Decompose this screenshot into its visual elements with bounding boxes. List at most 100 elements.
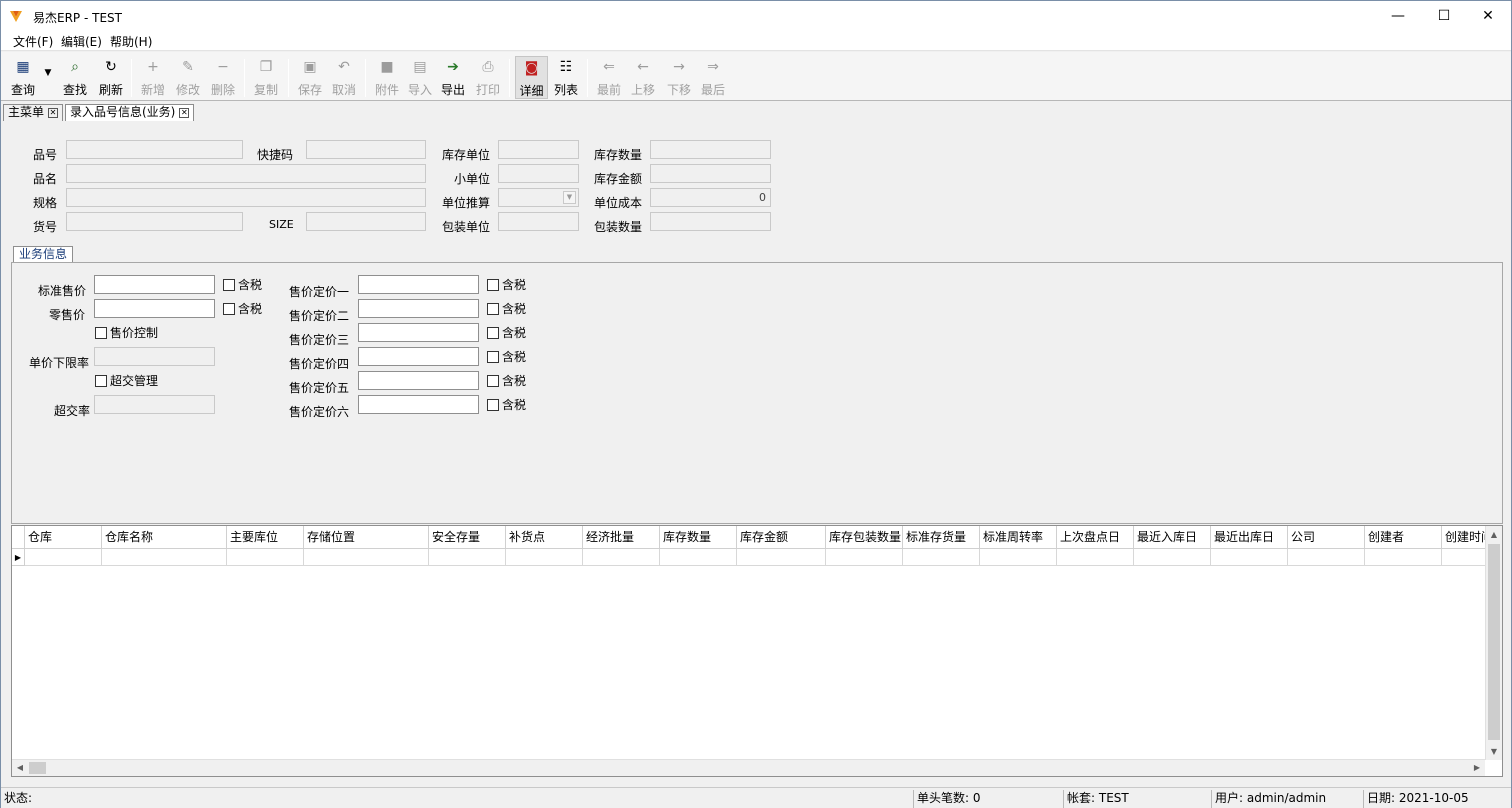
grid-header-cell[interactable]: 补货点 — [506, 526, 583, 549]
table-row-cell[interactable] — [1134, 549, 1211, 566]
list-button[interactable]: ☷ 列表 — [552, 58, 580, 98]
save-button[interactable]: ▣ 保存 — [296, 58, 324, 98]
table-row-cell[interactable] — [980, 549, 1057, 566]
min-price-rate-field[interactable] — [94, 347, 215, 366]
table-row-cell[interactable] — [737, 549, 826, 566]
import-button[interactable]: ▤ 导入 — [406, 58, 434, 98]
grid-header-cell[interactable]: 经济批量 — [583, 526, 660, 549]
chevron-down-icon[interactable]: ▼ — [563, 191, 576, 204]
price-level-1-field[interactable] — [358, 275, 479, 294]
grid-header-cell[interactable]: 仓库名称 — [102, 526, 227, 549]
grid-header-cell[interactable]: 存储位置 — [304, 526, 429, 549]
over-manage-checkbox[interactable]: 超交管理 — [95, 372, 158, 389]
stock-amount-field[interactable] — [650, 164, 771, 183]
spec-field[interactable] — [66, 188, 426, 207]
print-button[interactable]: ⎙ 打印 — [474, 58, 502, 98]
maximize-button[interactable]: ☐ — [1421, 1, 1467, 31]
menu-help[interactable]: 帮助(H) — [110, 33, 152, 50]
price-level-1-tax-checkbox[interactable]: 含税 — [487, 276, 526, 293]
price-level-6-field[interactable] — [358, 395, 479, 414]
price-level-5-tax-checkbox[interactable]: 含税 — [487, 372, 526, 389]
table-row-cell[interactable] — [506, 549, 583, 566]
grid-header-cell[interactable]: 上次盘点日 — [1057, 526, 1134, 549]
grid-header-cell[interactable]: 创建时间 — [1442, 526, 1486, 549]
stock-qty-field[interactable] — [650, 140, 771, 159]
horizontal-scroll-thumb[interactable] — [29, 762, 46, 774]
vertical-scrollbar[interactable]: ▲ ▼ — [1485, 526, 1502, 760]
table-row-cell[interactable] — [660, 549, 737, 566]
delete-button[interactable]: − 删除 — [209, 58, 237, 98]
item-name-field[interactable] — [66, 164, 426, 183]
quick-code-field[interactable] — [306, 140, 426, 159]
table-row-cell[interactable] — [1365, 549, 1442, 566]
scroll-right-icon[interactable]: ▶ — [1469, 760, 1485, 776]
stock-unit-field[interactable] — [498, 140, 579, 159]
price-level-2-tax-checkbox[interactable]: 含税 — [487, 300, 526, 317]
grid-header-cell[interactable]: 最近入库日 — [1134, 526, 1211, 549]
grid-header-cell[interactable]: 库存包装数量 — [826, 526, 903, 549]
table-row-cell[interactable] — [1057, 549, 1134, 566]
grid-header-cell[interactable]: 安全存量 — [429, 526, 506, 549]
table-row-cell[interactable] — [903, 549, 980, 566]
vertical-scroll-thumb[interactable] — [1488, 544, 1500, 740]
table-row-cell[interactable] — [25, 549, 102, 566]
retail-price-tax-checkbox[interactable]: 含税 — [223, 300, 262, 317]
goods-no-field[interactable] — [66, 212, 243, 231]
price-level-6-tax-checkbox[interactable]: 含税 — [487, 396, 526, 413]
table-row-cell[interactable] — [304, 549, 429, 566]
grid-header-cell[interactable]: 标准存货量 — [903, 526, 980, 549]
scroll-left-icon[interactable]: ◀ — [12, 760, 28, 776]
over-rate-field[interactable] — [94, 395, 215, 414]
scroll-up-icon[interactable]: ▲ — [1486, 526, 1502, 543]
size-field[interactable] — [306, 212, 426, 231]
copy-button[interactable]: ❐ 复制 — [252, 58, 280, 98]
price-level-3-tax-checkbox[interactable]: 含税 — [487, 324, 526, 341]
price-control-checkbox[interactable]: 售价控制 — [95, 324, 158, 341]
unit-cost-field[interactable]: 0 — [650, 188, 771, 207]
price-level-3-field[interactable] — [358, 323, 479, 342]
pack-unit-field[interactable] — [498, 212, 579, 231]
horizontal-scrollbar[interactable]: ◀ ▶ — [12, 759, 1485, 776]
grid-header-cell[interactable]: 库存金额 — [737, 526, 826, 549]
price-level-2-field[interactable] — [358, 299, 479, 318]
query-button[interactable]: ▦ 查询 — [9, 58, 37, 98]
refresh-button[interactable]: ↻ 刷新 — [97, 58, 125, 98]
price-level-4-tax-checkbox[interactable]: 含税 — [487, 348, 526, 365]
next-record-button[interactable]: → 下移 — [665, 58, 693, 98]
grid-header-cell[interactable]: 标准周转率 — [980, 526, 1057, 549]
attach-button[interactable]: ■ 附件 — [373, 58, 401, 98]
prev-record-button[interactable]: ← 上移 — [629, 58, 657, 98]
table-row-cell[interactable] — [583, 549, 660, 566]
grid-header-cell[interactable]: 仓库 — [25, 526, 102, 549]
tab-item-entry[interactable]: 录入品号信息(业务) ✕ — [65, 104, 195, 121]
small-unit-field[interactable] — [498, 164, 579, 183]
scroll-down-icon[interactable]: ▼ — [1486, 743, 1502, 760]
table-row-cell[interactable] — [1211, 549, 1288, 566]
find-button[interactable]: ⌕ 查找 — [61, 58, 89, 98]
first-record-button[interactable]: ⇐ 最前 — [595, 58, 623, 98]
query-dropdown-button[interactable]: ▼ — [41, 58, 55, 98]
export-button[interactable]: ➔ 导出 — [439, 58, 467, 98]
menu-file[interactable]: 文件(F) — [13, 33, 53, 50]
item-no-field[interactable] — [66, 140, 243, 159]
close-tab-icon[interactable]: ✕ — [179, 107, 190, 118]
minimize-button[interactable]: — — [1375, 1, 1421, 31]
modify-button[interactable]: ✎ 修改 — [174, 58, 202, 98]
grid-header-cell[interactable]: 公司 — [1288, 526, 1365, 549]
close-button[interactable]: ✕ — [1465, 1, 1511, 31]
price-level-5-field[interactable] — [358, 371, 479, 390]
grid-header-cell[interactable]: 最近出库日 — [1211, 526, 1288, 549]
tab-business-info[interactable]: 业务信息 — [13, 246, 74, 263]
unit-calc-select[interactable]: ▼ — [498, 188, 579, 207]
detail-button[interactable]: ◙ 详细 — [515, 56, 548, 99]
table-row-cell[interactable] — [826, 549, 903, 566]
current-row-indicator-icon[interactable]: ▶ — [12, 549, 25, 566]
std-price-tax-checkbox[interactable]: 含税 — [223, 276, 262, 293]
tab-main-menu[interactable]: 主菜单 ✕ — [3, 104, 64, 121]
grid-header-cell[interactable]: 主要库位 — [227, 526, 304, 549]
warehouse-grid[interactable]: 仓库 仓库名称 主要库位 存储位置 安全存量 补货点 经济批量 库存数量 库存金… — [11, 525, 1503, 777]
table-row-cell[interactable] — [102, 549, 227, 566]
table-row-cell[interactable] — [227, 549, 304, 566]
std-price-field[interactable] — [94, 275, 215, 294]
grid-header-cell[interactable]: 库存数量 — [660, 526, 737, 549]
